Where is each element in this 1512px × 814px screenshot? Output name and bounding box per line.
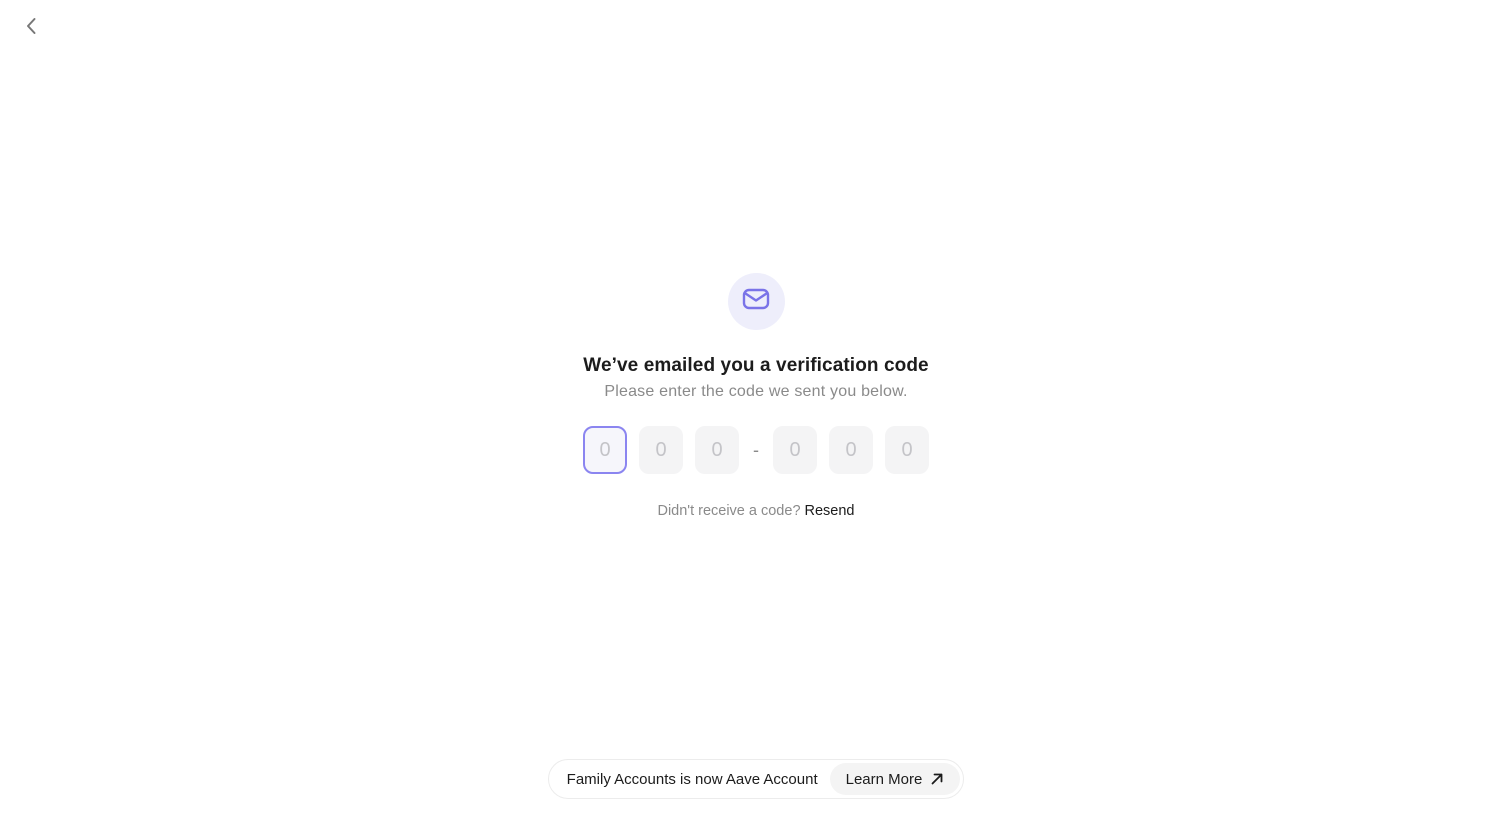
code-digit-5-input[interactable] xyxy=(829,426,873,474)
chevron-left-icon xyxy=(24,17,40,40)
code-digit-1-input[interactable] xyxy=(583,426,627,474)
mail-badge xyxy=(727,273,785,330)
announcement-banner: Family Accounts is now Aave Account Lear… xyxy=(547,759,965,799)
mail-icon xyxy=(742,287,770,316)
code-digit-3-input[interactable] xyxy=(695,426,739,474)
learn-more-label: Learn More xyxy=(845,770,923,788)
resend-prompt: Didn't receive a code? xyxy=(657,503,801,519)
back-button[interactable] xyxy=(18,14,46,42)
code-separator: - xyxy=(753,439,759,460)
code-digit-2-input[interactable] xyxy=(639,426,683,474)
verification-page: We’ve emailed you a verification code Pl… xyxy=(0,0,1512,814)
resend-row: Didn't receive a code? Resend xyxy=(657,502,854,520)
page-subtitle: Please enter the code we sent you below. xyxy=(604,383,908,400)
code-digit-4-input[interactable] xyxy=(773,426,817,474)
learn-more-button[interactable]: Learn More xyxy=(829,763,961,795)
announcement-text: Family Accounts is now Aave Account xyxy=(566,770,818,788)
page-title: We’ve emailed you a verification code xyxy=(583,355,929,376)
code-digit-6-input[interactable] xyxy=(885,426,929,474)
arrow-up-right-icon xyxy=(930,772,944,786)
resend-link[interactable]: Resend xyxy=(805,503,855,519)
announcement-banner-wrapper: Family Accounts is now Aave Account Lear… xyxy=(0,759,1512,799)
code-input-group: - xyxy=(577,426,935,474)
verification-panel: We’ve emailed you a verification code Pl… xyxy=(0,273,1512,520)
